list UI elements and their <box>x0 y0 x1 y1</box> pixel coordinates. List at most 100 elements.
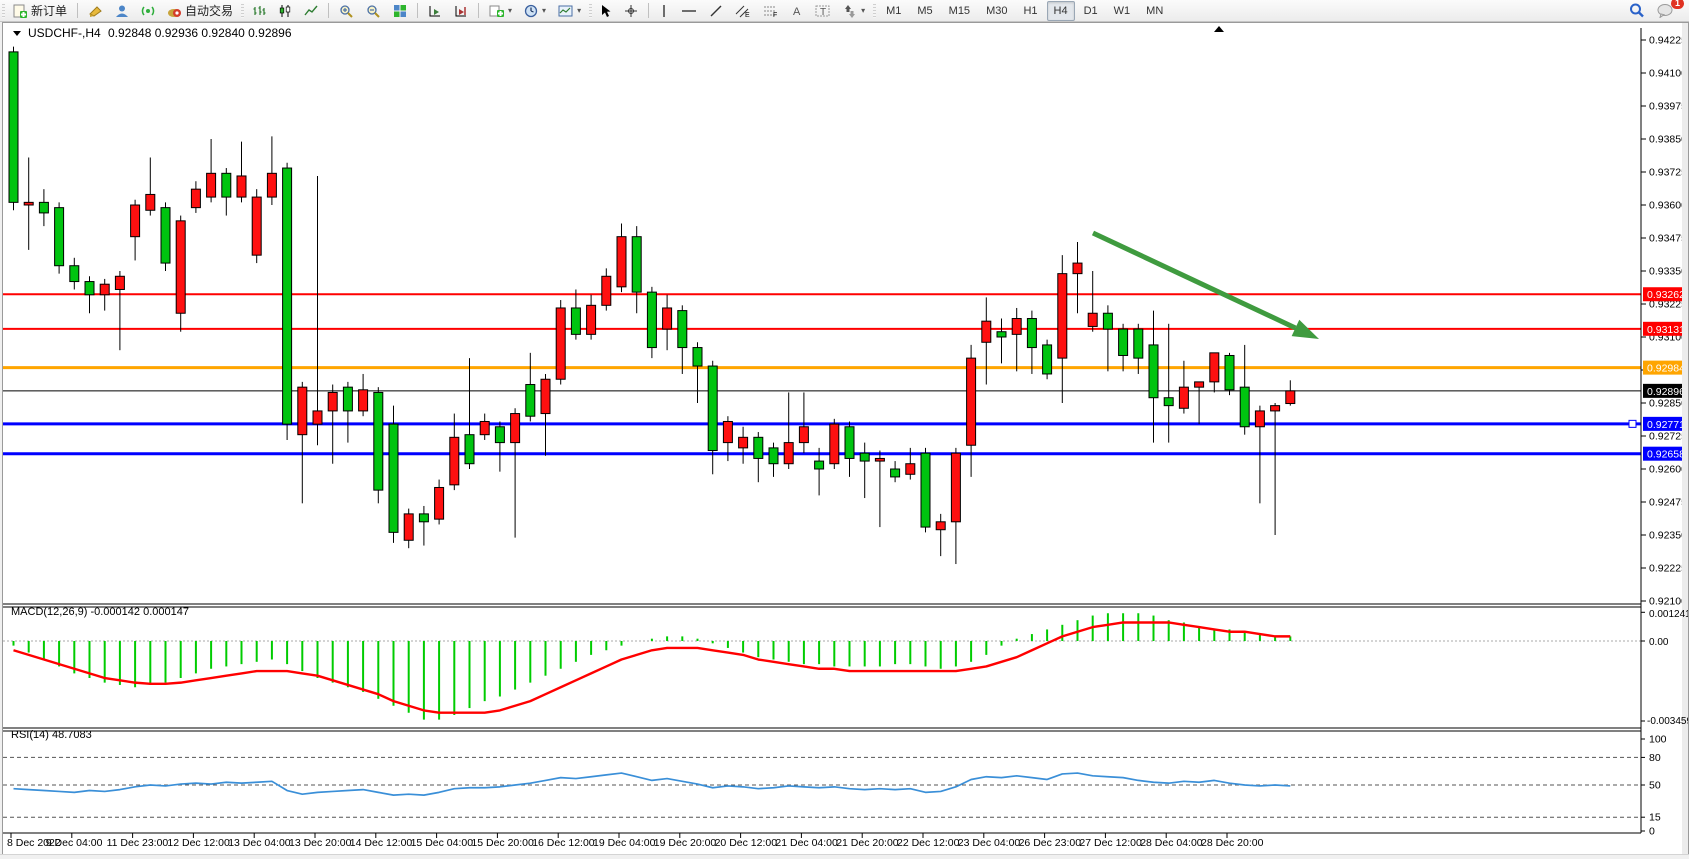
timeframe-button-H1[interactable]: H1 <box>1016 1 1044 21</box>
macd-label: MACD(12,26,9) -0.000142 0.000147 <box>11 606 189 618</box>
crosshair-button[interactable] <box>619 1 643 21</box>
status-bar <box>0 854 1689 859</box>
hline-handle[interactable] <box>1629 420 1636 427</box>
candle-body-down <box>55 208 64 266</box>
timeframe-button-M1[interactable]: M1 <box>879 1 908 21</box>
cursor-button[interactable] <box>595 1 617 21</box>
equidistant-channel-button[interactable]: E <box>730 1 756 21</box>
candle-body-up <box>404 514 413 540</box>
candle-body-up <box>511 414 520 443</box>
candle-body-down <box>678 311 687 348</box>
candle-body-up <box>1012 319 1021 335</box>
profile-button[interactable] <box>110 1 134 21</box>
timeframe-button-M15[interactable]: M15 <box>942 1 977 21</box>
period-button[interactable]: ▾ <box>519 1 551 21</box>
svg-text:A: A <box>793 6 801 18</box>
candle-body-up <box>617 237 626 287</box>
add-indicator-icon <box>489 4 504 18</box>
line-chart-button[interactable] <box>299 1 323 21</box>
svg-text:F: F <box>773 12 777 18</box>
candle-body-up <box>115 276 124 289</box>
price-axis-label: 0.94100 <box>1649 68 1687 80</box>
chat-button[interactable]: 1 <box>1652 1 1678 21</box>
toolbar-grip[interactable] <box>2 4 5 18</box>
candles-layer <box>9 47 1295 564</box>
candle-body-down <box>85 282 94 295</box>
price-axis-label: 0.92475 <box>1649 497 1687 509</box>
template-button[interactable]: ▾ <box>553 1 586 21</box>
trend-arrow-shaft[interactable] <box>1093 233 1295 328</box>
horizontal-lines-layer[interactable] <box>3 294 1641 453</box>
candle-body-up <box>541 379 550 413</box>
candle-body-up <box>602 276 611 305</box>
toolbar-separator <box>648 3 649 18</box>
tile-windows-button[interactable] <box>388 1 412 21</box>
search-button[interactable] <box>1624 1 1650 21</box>
trend-arrow[interactable] <box>1093 233 1319 339</box>
chart-canvas[interactable]: 0.942250.941000.939750.938500.937250.936… <box>3 23 1688 854</box>
price-axis-label: 0.93850 <box>1649 134 1687 146</box>
price-axis-label: 0.93725 <box>1649 167 1687 179</box>
text-label-button[interactable]: T <box>810 1 836 21</box>
timeframe-button-H4[interactable]: H4 <box>1047 1 1075 21</box>
rsi-pane[interactable] <box>3 757 1641 817</box>
candle-body-up <box>480 421 489 434</box>
macd-scale-bottom: -0.003459 <box>1647 716 1688 727</box>
toolbar-grip[interactable] <box>589 4 592 18</box>
candle-body-up <box>435 487 444 519</box>
timeframe-button-W1[interactable]: W1 <box>1107 1 1138 21</box>
toolbar-separator <box>328 3 329 18</box>
time-axis-label: 26 Dec 23:00 <box>1019 837 1082 849</box>
zoom-in-button[interactable] <box>334 1 359 21</box>
dropdown-caret-icon: ▾ <box>508 6 512 15</box>
candle-body-up <box>556 308 565 379</box>
vertical-line-icon <box>659 4 669 18</box>
auto-trading-icon <box>167 4 182 18</box>
auto-scroll-button[interactable] <box>423 1 447 21</box>
horizontal-line-button[interactable] <box>676 1 702 21</box>
price-axis-label: 0.92600 <box>1649 464 1687 476</box>
timeframe-button-MN[interactable]: MN <box>1139 1 1170 21</box>
timeframe-button-M30[interactable]: M30 <box>979 1 1014 21</box>
timeframe-button-D1[interactable]: D1 <box>1077 1 1105 21</box>
dropdown-caret-icon: ▾ <box>577 6 581 15</box>
candle-body-up <box>587 305 596 334</box>
chart-shift-button[interactable] <box>449 1 473 21</box>
candle-body-down <box>571 308 580 334</box>
auto-trading-label: 自动交易 <box>185 2 233 19</box>
symbol-dropdown-icon[interactable] <box>13 31 21 36</box>
candle-body-up <box>313 411 322 424</box>
zoom-out-icon <box>366 4 381 18</box>
trendline-icon <box>709 4 723 18</box>
zoom-out-button[interactable] <box>361 1 386 21</box>
time-axis-label: 11 Dec 23:00 <box>107 837 169 849</box>
bar-chart-button[interactable] <box>247 1 271 21</box>
rsi-scale-label: 0 <box>1649 826 1655 838</box>
candle-body-down <box>419 514 428 522</box>
candle-body-up <box>906 464 915 475</box>
macd-pane[interactable] <box>3 613 1641 719</box>
arrows-button[interactable]: ▾ <box>838 1 870 21</box>
timeframe-button-M5[interactable]: M5 <box>910 1 939 21</box>
new-order-button[interactable]: 新订单 <box>8 1 72 21</box>
time-axis[interactable]: 8 Dec 20229 Dec 04:0011 Dec 23:0012 Dec … <box>7 833 1264 849</box>
auto-trading-button[interactable]: 自动交易 <box>162 1 238 21</box>
add-indicator-button[interactable]: ▾ <box>484 1 517 21</box>
highlighter-button[interactable] <box>83 1 108 21</box>
price-axis-label: 0.93475 <box>1649 233 1687 245</box>
price-axis-label: 0.93600 <box>1649 200 1687 212</box>
toolbar-grip[interactable] <box>873 4 876 18</box>
candle-body-down <box>1134 329 1143 358</box>
profile-icon <box>115 4 129 18</box>
text-button[interactable]: A <box>786 1 808 21</box>
fibonacci-button[interactable]: F <box>758 1 784 21</box>
line-chart-icon <box>304 4 318 18</box>
vertical-line-button[interactable] <box>654 1 674 21</box>
signal-button[interactable] <box>136 1 160 21</box>
toolbar-grip[interactable] <box>241 4 244 18</box>
highlighter-icon <box>88 4 103 18</box>
candle-body-down <box>1119 329 1128 355</box>
trendline-button[interactable] <box>704 1 728 21</box>
candle-chart-button[interactable] <box>273 1 297 21</box>
price-axis-label: 0.92100 <box>1649 596 1687 608</box>
